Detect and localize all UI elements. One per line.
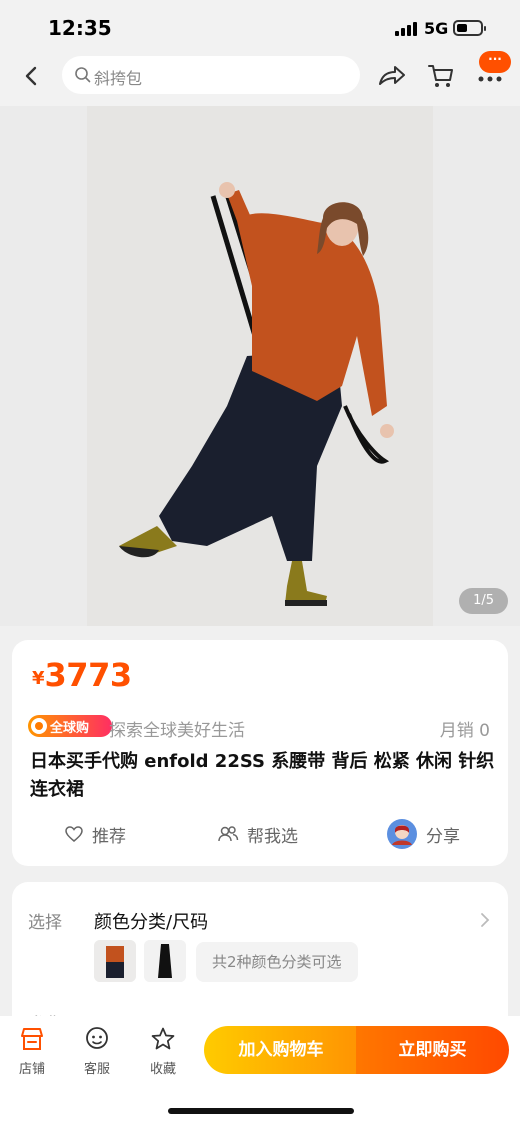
variant-count[interactable]: 共2种颜色分类可选: [196, 942, 358, 982]
signal-icon: [395, 22, 419, 36]
buy-now-button[interactable]: 立即购买: [356, 1026, 509, 1074]
monthly-sales: 月销 0: [439, 721, 490, 741]
select-value[interactable]: 颜色分类/尺码: [94, 908, 208, 934]
status-time: 12:35: [48, 16, 112, 40]
chevron-right-icon[interactable]: [480, 912, 490, 928]
network-type: 5G: [424, 19, 449, 38]
heart-icon: [65, 826, 83, 842]
share-icon[interactable]: [376, 62, 408, 90]
service-button[interactable]: 客服: [72, 1026, 122, 1077]
battery-icon: [453, 20, 486, 36]
share-button[interactable]: 分享: [386, 816, 460, 852]
variant-thumb-orange[interactable]: [94, 940, 136, 982]
star-icon: [150, 1026, 176, 1052]
share-avatar-icon: [387, 819, 417, 849]
search-icon: [74, 66, 92, 84]
people-icon: [218, 826, 239, 842]
global-buy-icon: [31, 718, 47, 734]
price-currency: ¥: [32, 668, 45, 689]
add-to-cart-button[interactable]: 加入购物车: [204, 1026, 358, 1074]
product-title: 日本买手代购 enfold 22SS 系腰带 背后 松紧 休闲 针织 连衣裙: [30, 751, 495, 800]
product-price: ¥3773: [32, 656, 132, 694]
product-gallery[interactable]: 1/5: [0, 106, 520, 626]
cart-icon[interactable]: [426, 61, 456, 91]
product-info-card: ¥3773 全球购 探索全球美好生活 月销 0 日本买手代购 enfold 22…: [12, 640, 508, 866]
home-indicator: [168, 1108, 354, 1114]
price-value: 3773: [44, 656, 133, 694]
store-icon: [19, 1026, 45, 1052]
global-buy-badge: 全球购: [28, 715, 112, 737]
variant-thumb-black[interactable]: [144, 940, 186, 982]
search-placeholder: 斜挎包: [94, 69, 143, 88]
product-photo: [87, 106, 433, 626]
gallery-page-indicator: 1/5: [459, 588, 508, 614]
recommend-button[interactable]: 推荐: [64, 816, 126, 852]
badge-slogan: 探索全球美好生活: [109, 721, 245, 741]
shop-button[interactable]: 店铺: [7, 1026, 57, 1077]
help-choose-button[interactable]: 帮我选: [217, 816, 298, 852]
nav-bar: 斜挎包 ···: [0, 51, 520, 106]
select-label: 选择: [28, 913, 62, 933]
back-icon[interactable]: [20, 64, 44, 88]
favorite-button[interactable]: 收藏: [138, 1026, 188, 1077]
chat-icon: [84, 1026, 110, 1052]
search-input[interactable]: 斜挎包: [62, 56, 360, 94]
message-badge[interactable]: ···: [479, 51, 511, 73]
product-actions: 推荐 帮我选 分享: [12, 816, 508, 852]
status-bar: 12:35 5G: [0, 0, 520, 56]
